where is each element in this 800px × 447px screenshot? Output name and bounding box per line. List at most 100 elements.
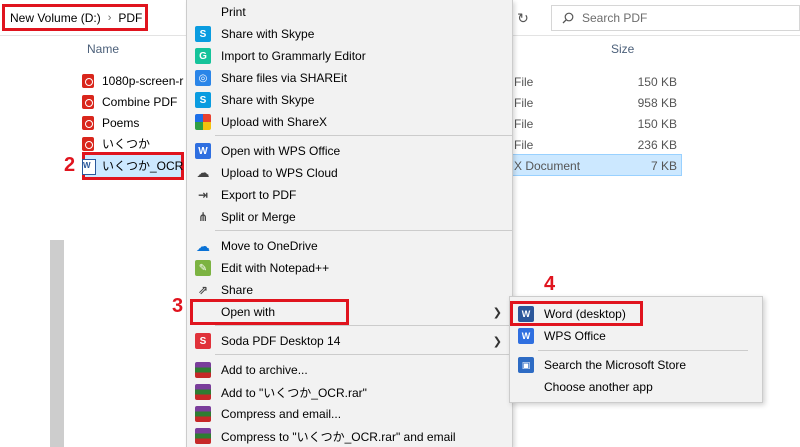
menu-item-export-pdf[interactable]: ⇥ Export to PDF <box>187 184 512 206</box>
search-input[interactable]: Search PDF <box>551 5 800 31</box>
context-menu: Print S Share with Skype G Import to Gra… <box>186 0 513 447</box>
step-marker-4: 4 <box>544 273 556 295</box>
file-type: File <box>514 138 534 152</box>
menu-item-label: Add to archive... <box>221 363 308 377</box>
file-name: いくつか <box>102 137 151 151</box>
submenu-item-wps-office[interactable]: W WPS Office <box>510 325 762 347</box>
cloud-icon: ☁ <box>196 165 210 180</box>
list-item[interactable]: 1080p-screen-r <box>80 70 183 91</box>
menu-item-label: Share with Skype <box>221 93 315 107</box>
pdf-icon <box>80 94 96 110</box>
file-type: File <box>514 117 534 131</box>
menu-item-label: Import to Grammarly Editor <box>221 49 366 63</box>
menu-item-shareit[interactable]: ◎ Share files via SHAREit <box>187 67 512 89</box>
menu-item-label: Edit with Notepad++ <box>221 261 330 275</box>
column-header-size[interactable]: Size <box>611 42 634 56</box>
menu-item-soda-pdf[interactable]: S Soda PDF Desktop 14 ❯ <box>187 330 512 352</box>
list-item[interactable]: いくつか <box>80 133 150 154</box>
menu-item-sharex[interactable]: Upload with ShareX <box>187 111 512 133</box>
chevron-right-icon: ❯ <box>492 306 502 319</box>
menu-separator <box>215 230 512 231</box>
menu-item-split-merge[interactable]: ⋔ Split or Merge <box>187 206 512 228</box>
column-header-name[interactable]: Name <box>87 42 119 56</box>
menu-item-print[interactable]: Print <box>187 1 512 23</box>
menu-item-share[interactable]: ⇗ Share <box>187 279 512 301</box>
search-icon <box>562 12 574 24</box>
sharex-icon <box>195 114 211 130</box>
refresh-button[interactable]: ↻ <box>510 6 536 30</box>
file-name: いくつか_OCR <box>102 159 184 173</box>
menu-item-open-with-wps[interactable]: W Open with WPS Office <box>187 140 512 162</box>
winrar-icon <box>195 362 211 378</box>
file-size: 150 KB <box>637 75 677 89</box>
submenu-item-label: Search the Microsoft Store <box>544 358 687 372</box>
skype-icon: S <box>195 26 211 42</box>
file-type: X Document <box>514 159 581 173</box>
file-size: 7 KB <box>650 159 677 173</box>
winrar-icon <box>195 428 211 444</box>
refresh-icon: ↻ <box>517 9 529 26</box>
breadcrumb-folder[interactable]: PDF <box>118 11 142 25</box>
winrar-icon <box>195 406 211 422</box>
file-type: File <box>514 75 534 89</box>
menu-item-label: Upload with ShareX <box>221 115 328 129</box>
menu-item-label: Move to OneDrive <box>221 239 318 253</box>
submenu-item-label: Choose another app <box>544 380 653 394</box>
export-pdf-icon: ⇥ <box>197 188 209 202</box>
menu-item-share-with-skype[interactable]: S Share with Skype <box>187 23 512 45</box>
submenu-item-choose-app[interactable]: Choose another app <box>510 376 762 398</box>
menu-item-label: Add to "いくつか_OCR.rar" <box>221 385 367 400</box>
submenu-item-store[interactable]: ▣ Search the Microsoft Store <box>510 354 762 376</box>
file-type: File <box>514 96 534 110</box>
menu-item-label: Compress to "いくつか_OCR.rar" and email <box>221 429 456 444</box>
onedrive-icon: ☁ <box>196 237 210 254</box>
pdf-icon <box>80 136 96 152</box>
chevron-right-icon: › <box>107 11 112 24</box>
scrollbar[interactable] <box>50 240 64 447</box>
skype-icon: S <box>195 92 211 108</box>
grammarly-icon: G <box>195 48 211 64</box>
breadcrumb[interactable]: New Volume (D:) › PDF <box>2 4 148 31</box>
menu-item-label: Open with WPS Office <box>221 144 341 158</box>
menu-item-label: Compress and email... <box>221 407 342 421</box>
menu-item-compress-to-rar-email[interactable]: Compress to "いくつか_OCR.rar" and email <box>187 425 512 447</box>
menu-separator <box>538 350 748 351</box>
breadcrumb-drive[interactable]: New Volume (D:) <box>10 11 101 25</box>
menu-item-add-to-archive[interactable]: Add to archive... <box>187 359 512 381</box>
menu-item-label: Print <box>221 5 246 19</box>
menu-item-compress-email[interactable]: Compress and email... <box>187 403 512 425</box>
menu-separator <box>215 135 512 136</box>
store-icon: ▣ <box>518 357 534 373</box>
list-item[interactable]: Poems <box>80 112 139 133</box>
pdf-icon <box>80 115 96 131</box>
word-highlight-box <box>510 301 643 326</box>
menu-separator <box>215 325 512 326</box>
search-placeholder: Search PDF <box>582 11 648 25</box>
notepad-icon: ✎ <box>195 260 211 276</box>
word-doc-icon <box>80 158 96 175</box>
winrar-icon <box>195 384 211 400</box>
file-name: Combine PDF <box>102 94 178 109</box>
step-marker-3: 3 <box>172 295 184 317</box>
menu-item-label: Split or Merge <box>221 210 296 224</box>
menu-item-onedrive[interactable]: ☁ Move to OneDrive <box>187 235 512 257</box>
menu-item-label: Share with Skype <box>221 27 315 41</box>
menu-item-notepad[interactable]: ✎ Edit with Notepad++ <box>187 257 512 279</box>
menu-item-grammarly[interactable]: G Import to Grammarly Editor <box>187 45 512 67</box>
file-size: 958 KB <box>637 96 677 110</box>
menu-item-add-to-rar[interactable]: Add to "いくつか_OCR.rar" <box>187 381 512 403</box>
file-size: 236 KB <box>637 138 677 152</box>
pdf-icon <box>80 73 96 89</box>
file-name: Poems <box>102 115 140 130</box>
menu-item-label: Upload to WPS Cloud <box>221 166 338 180</box>
wps-office-icon: W <box>518 328 534 344</box>
list-item[interactable]: Combine PDF <box>80 91 177 112</box>
list-item-selected[interactable]: いくつか_OCR <box>80 155 183 176</box>
file-size: 150 KB <box>637 117 677 131</box>
menu-item-label: Export to PDF <box>221 188 297 202</box>
menu-item-wps-cloud[interactable]: ☁ Upload to WPS Cloud <box>187 162 512 184</box>
menu-item-share-with-skype-2[interactable]: S Share with Skype <box>187 89 512 111</box>
menu-separator <box>215 354 512 355</box>
menu-item-label: Soda PDF Desktop 14 <box>221 334 341 348</box>
split-icon: ⋔ <box>197 210 209 224</box>
